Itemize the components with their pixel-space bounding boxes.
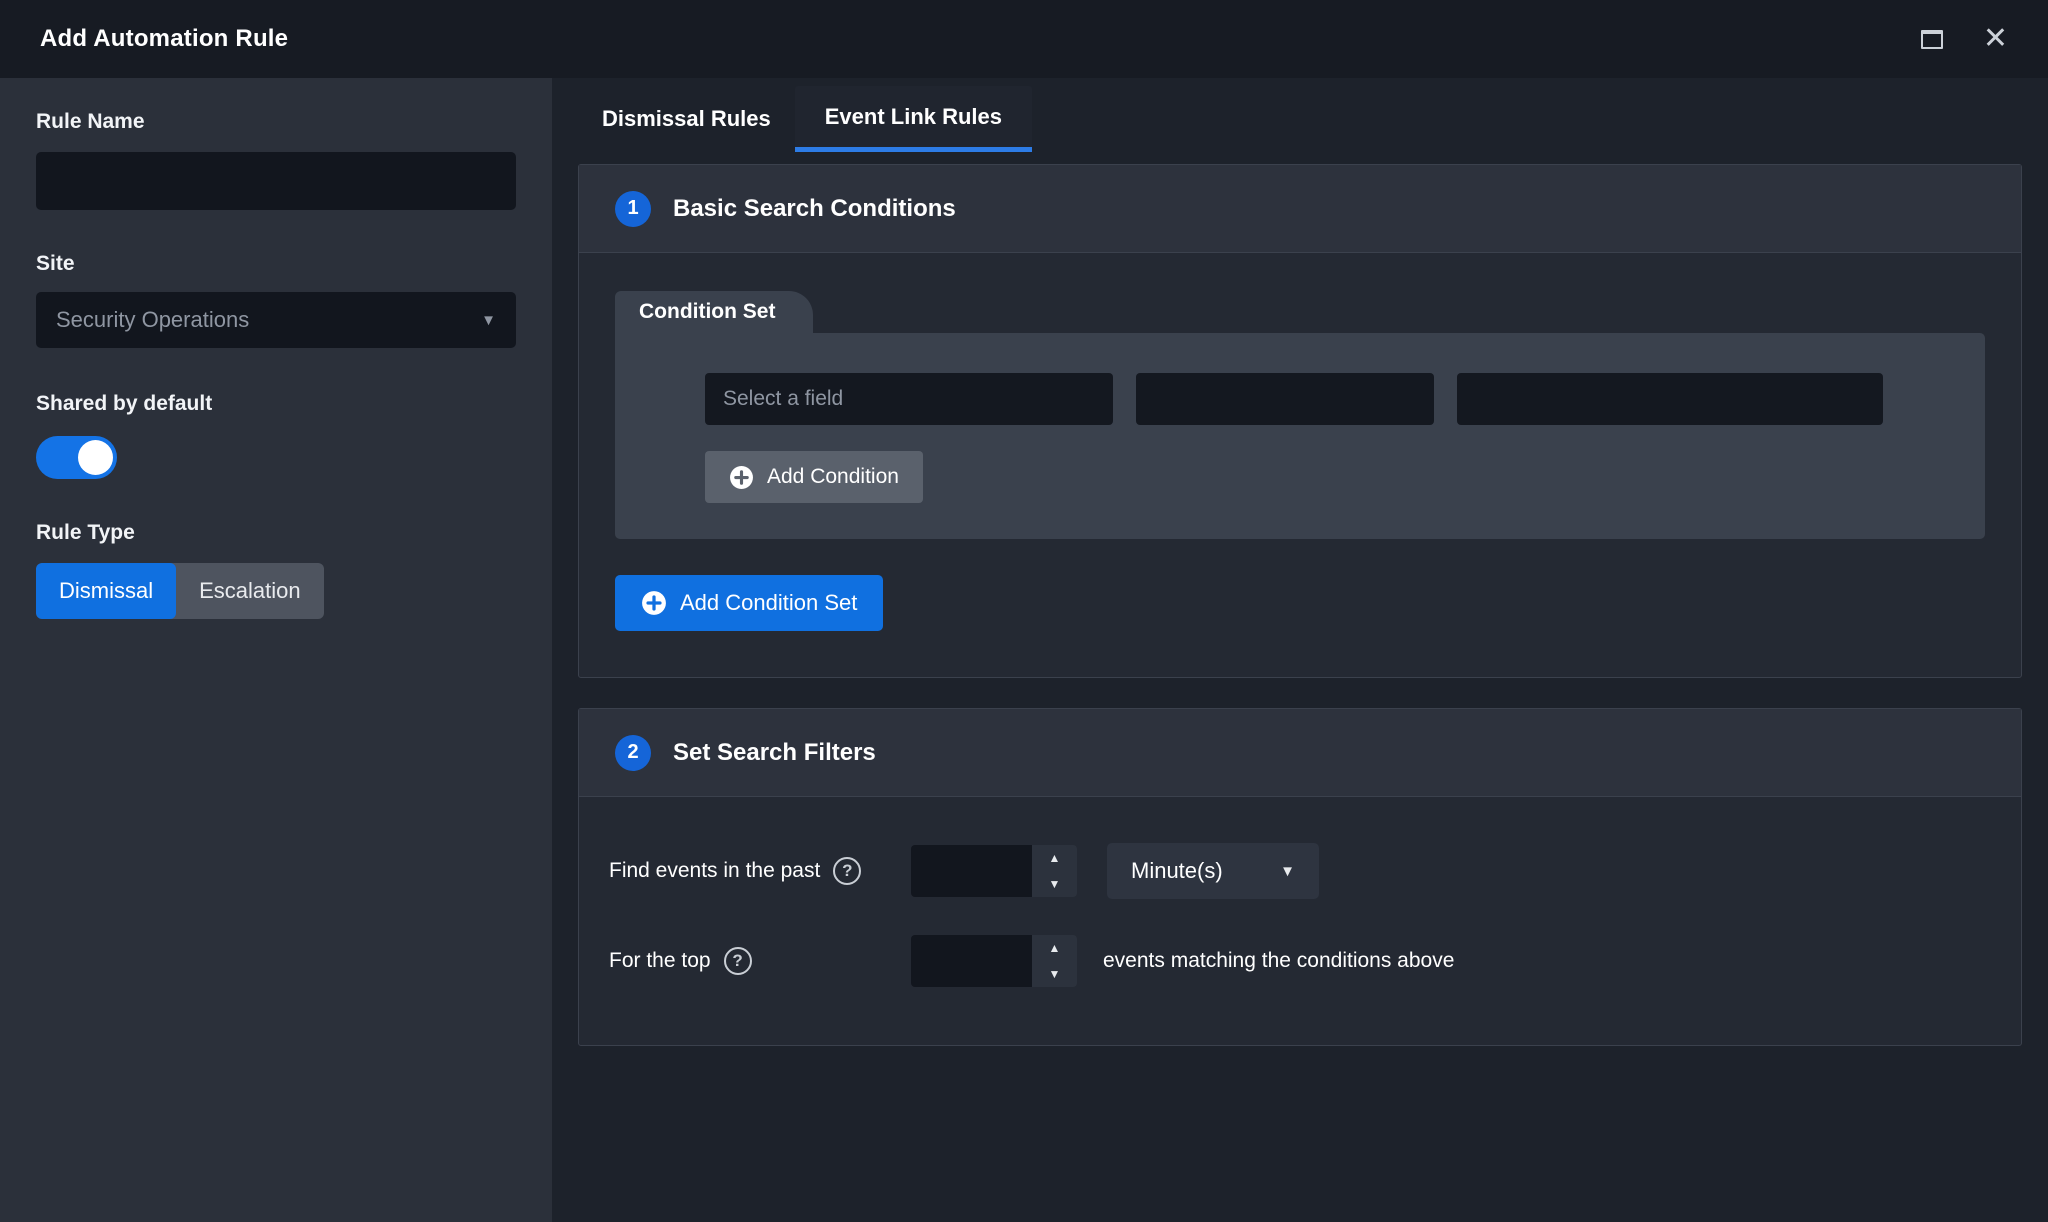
plus-circle-icon bbox=[729, 465, 754, 490]
main-content: Dismissal Rules Event Link Rules 1 Basic… bbox=[552, 78, 2048, 1222]
basic-search-conditions-body: Condition Set Add Condition bbox=[579, 253, 2021, 677]
basic-search-conditions-panel: 1 Basic Search Conditions Condition Set bbox=[578, 164, 2022, 678]
events-matching-text: events matching the conditions above bbox=[1103, 949, 1454, 973]
for-the-top-row: For the top ? ▲ ▼ events matching the co… bbox=[609, 935, 1985, 987]
tab-event-link-rules[interactable]: Event Link Rules bbox=[795, 86, 1032, 152]
stepper-buttons: ▲ ▼ bbox=[1032, 935, 1077, 987]
step-2-badge: 2 bbox=[615, 735, 651, 771]
basic-search-conditions-header: 1 Basic Search Conditions bbox=[579, 165, 2021, 253]
condition-set-tab: Condition Set bbox=[615, 291, 813, 333]
tab-dismissal-rules[interactable]: Dismissal Rules bbox=[578, 86, 795, 152]
help-icon[interactable]: ? bbox=[724, 947, 752, 975]
stepper-up-icon[interactable]: ▲ bbox=[1032, 845, 1077, 871]
rule-type-option-escalation[interactable]: Escalation bbox=[176, 563, 324, 619]
chevron-down-icon: ▼ bbox=[481, 312, 496, 329]
add-condition-set-label: Add Condition Set bbox=[680, 590, 857, 616]
add-condition-set-button[interactable]: Add Condition Set bbox=[615, 575, 883, 631]
stepper-buttons: ▲ ▼ bbox=[1032, 845, 1077, 897]
top-events-stepper: ▲ ▼ bbox=[911, 935, 1077, 987]
condition-row bbox=[705, 373, 1885, 425]
rule-type-label: Rule Type bbox=[36, 521, 516, 545]
close-icon[interactable]: ✕ bbox=[1983, 24, 2008, 54]
basic-search-conditions-title: Basic Search Conditions bbox=[673, 195, 956, 223]
set-search-filters-panel: 2 Set Search Filters Find events in the … bbox=[578, 708, 2022, 1046]
time-unit-select[interactable]: Minute(s) ▼ bbox=[1107, 843, 1319, 899]
rule-type-option-dismissal[interactable]: Dismissal bbox=[36, 563, 176, 619]
maximize-icon[interactable] bbox=[1921, 30, 1943, 49]
dialog-title: Add Automation Rule bbox=[40, 25, 288, 53]
help-icon[interactable]: ? bbox=[833, 857, 861, 885]
titlebar: Add Automation Rule ✕ bbox=[0, 0, 2048, 78]
rule-name-input[interactable] bbox=[36, 152, 516, 210]
shared-by-default-label: Shared by default bbox=[36, 392, 516, 416]
condition-value-input[interactable] bbox=[1457, 373, 1883, 425]
find-events-label: Find events in the past bbox=[609, 859, 820, 883]
sidebar: Rule Name Site Security Operations ▼ Sha… bbox=[0, 78, 552, 1222]
shared-by-default-toggle[interactable] bbox=[36, 436, 117, 479]
chevron-down-icon: ▼ bbox=[1240, 863, 1295, 880]
site-select[interactable]: Security Operations ▼ bbox=[36, 292, 516, 348]
site-label: Site bbox=[36, 252, 516, 276]
set-search-filters-body: Find events in the past ? ▲ ▼ Minute(s) bbox=[579, 797, 2021, 1045]
for-the-top-label-group: For the top ? bbox=[609, 947, 911, 975]
condition-set-panel: Add Condition bbox=[615, 333, 1985, 539]
stepper-down-icon[interactable]: ▼ bbox=[1032, 961, 1077, 987]
rule-name-label: Rule Name bbox=[36, 110, 516, 134]
rule-type-segmented-control: Dismissal Escalation bbox=[36, 563, 324, 619]
past-amount-input[interactable] bbox=[911, 845, 1032, 897]
site-select-value: Security Operations bbox=[56, 307, 249, 333]
find-events-label-group: Find events in the past ? bbox=[609, 857, 911, 885]
set-search-filters-header: 2 Set Search Filters bbox=[579, 709, 2021, 797]
time-unit-value: Minute(s) bbox=[1131, 858, 1223, 884]
dialog-body: Rule Name Site Security Operations ▼ Sha… bbox=[0, 78, 2048, 1222]
condition-operator-input[interactable] bbox=[1136, 373, 1434, 425]
top-events-input[interactable] bbox=[911, 935, 1032, 987]
add-condition-label: Add Condition bbox=[767, 465, 899, 489]
past-amount-stepper: ▲ ▼ bbox=[911, 845, 1077, 897]
stepper-up-icon[interactable]: ▲ bbox=[1032, 935, 1077, 961]
plus-circle-icon bbox=[641, 590, 667, 616]
step-1-badge: 1 bbox=[615, 191, 651, 227]
set-search-filters-title: Set Search Filters bbox=[673, 739, 876, 767]
for-the-top-label: For the top bbox=[609, 949, 711, 973]
add-automation-rule-dialog: Add Automation Rule ✕ Rule Name Site Sec… bbox=[0, 0, 2048, 1222]
condition-field-select[interactable] bbox=[705, 373, 1113, 425]
find-events-row: Find events in the past ? ▲ ▼ Minute(s) bbox=[609, 843, 1985, 899]
window-controls: ✕ bbox=[1921, 24, 2008, 54]
rule-tabs: Dismissal Rules Event Link Rules bbox=[578, 86, 2022, 152]
add-condition-button[interactable]: Add Condition bbox=[705, 451, 923, 503]
toggle-knob bbox=[78, 440, 113, 475]
stepper-down-icon[interactable]: ▼ bbox=[1032, 871, 1077, 897]
